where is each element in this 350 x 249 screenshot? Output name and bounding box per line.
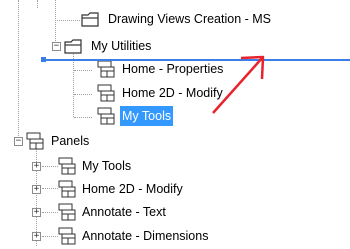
- tree-line: [37, 0, 38, 8]
- tree-line: [74, 117, 92, 118]
- folder-icon: [63, 36, 85, 56]
- expand-toggle[interactable]: +: [32, 185, 41, 194]
- tree-item-my-tools-selected[interactable]: My Tools: [120, 106, 174, 126]
- tree-line: [74, 70, 92, 71]
- panel-icon: [56, 179, 78, 199]
- tree-line: [55, 0, 56, 47]
- expand-toggle[interactable]: +: [32, 162, 41, 171]
- panel-icon: [95, 106, 117, 126]
- tree-item-drawing-views-creation[interactable]: Drawing Views Creation - MS: [106, 9, 273, 29]
- tree-line: [18, 0, 19, 142]
- expand-toggle[interactable]: +: [32, 208, 41, 217]
- panel-icon: [56, 156, 78, 176]
- collapse-toggle[interactable]: −: [52, 42, 61, 51]
- tree-item-my-tools[interactable]: My Tools: [80, 156, 133, 176]
- expand-toggle[interactable]: +: [32, 232, 41, 241]
- tree-item-annotate-text[interactable]: Annotate - Text: [80, 202, 168, 222]
- collapse-toggle[interactable]: −: [14, 137, 23, 146]
- panel-icon: [24, 131, 46, 151]
- tree-line: [74, 94, 92, 95]
- folder-icon: [80, 9, 102, 29]
- tree-item-home-properties[interactable]: Home - Properties: [120, 59, 225, 79]
- annotation-arrow-icon: [212, 55, 265, 114]
- panel-icon: [56, 226, 78, 246]
- drop-indicator-line: [43, 59, 350, 61]
- tree-line: [55, 20, 80, 21]
- tree-item-home-2d-modify-panel[interactable]: Home 2D - Modify: [80, 179, 185, 199]
- customization-tree: Drawing Views Creation - MS − My Utiliti…: [0, 0, 350, 246]
- tree-item-home-2d-modify[interactable]: Home 2D - Modify: [120, 83, 225, 103]
- tree-item-my-utilities[interactable]: My Utilities: [89, 36, 153, 56]
- panel-icon: [95, 59, 117, 79]
- panel-icon: [95, 83, 117, 103]
- panel-icon: [56, 202, 78, 222]
- tree-item-panels[interactable]: Panels: [49, 131, 91, 151]
- tree-item-annotate-dimensions[interactable]: Annotate - Dimensions: [80, 226, 210, 246]
